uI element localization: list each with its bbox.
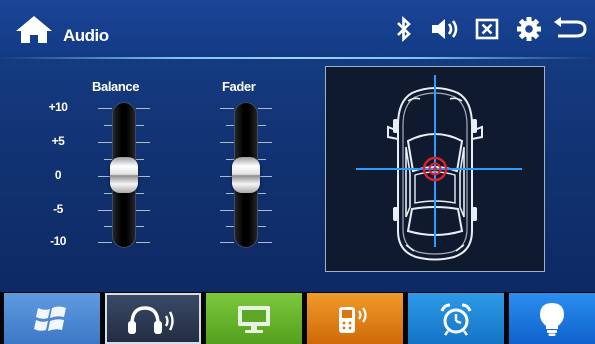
balance-minor-tick xyxy=(136,125,144,126)
fader-tick xyxy=(258,210,272,211)
fader-tick xyxy=(220,142,234,143)
lightbulb-icon xyxy=(540,302,564,336)
windows-button[interactable] xyxy=(4,293,100,344)
phone-button[interactable] xyxy=(307,293,403,344)
balance-minor-tick xyxy=(136,159,144,160)
brightness-button[interactable] xyxy=(509,293,595,344)
tick-label-minus5: -5 xyxy=(53,202,63,216)
balance-minor-tick xyxy=(104,125,112,126)
balance-minor-tick xyxy=(136,226,144,227)
fader-tick xyxy=(220,242,234,243)
fader-label: Fader xyxy=(222,79,256,94)
sound-position-panel[interactable] xyxy=(325,66,545,272)
header-divider xyxy=(0,57,595,59)
balance-minor-tick xyxy=(104,193,112,194)
fader-minor-tick xyxy=(258,226,266,227)
speaker-icon[interactable] xyxy=(430,14,462,44)
gear-icon[interactable] xyxy=(514,14,544,44)
balance-minor-tick xyxy=(136,193,144,194)
balance-knob[interactable] xyxy=(110,157,138,193)
back-icon[interactable] xyxy=(551,14,589,44)
balance-tick xyxy=(98,142,112,143)
headphones-audio-icon xyxy=(128,305,174,334)
balance-tick xyxy=(136,210,150,211)
fader-minor-tick xyxy=(226,193,234,194)
balance-tick xyxy=(136,142,150,143)
fader-minor-tick xyxy=(226,159,234,160)
alarm-clock-icon xyxy=(440,303,472,336)
audio-button[interactable] xyxy=(105,293,201,344)
fader-tick xyxy=(220,210,234,211)
fader-tick xyxy=(258,242,272,243)
windows-icon xyxy=(34,306,66,331)
page-title: Audio xyxy=(63,26,109,45)
tick-label-plus5: +5 xyxy=(51,134,65,148)
fader-tick xyxy=(220,108,234,109)
fader-knob[interactable] xyxy=(232,157,260,193)
balance-minor-tick xyxy=(104,226,112,227)
tick-label-zero: 0 xyxy=(54,168,62,182)
fader-tick xyxy=(258,108,272,109)
alarm-button[interactable] xyxy=(408,293,504,344)
balance-label: Balance xyxy=(92,79,140,94)
fader-minor-tick xyxy=(258,159,266,160)
balance-tick xyxy=(136,108,150,109)
balance-tick xyxy=(136,176,150,177)
home-icon[interactable] xyxy=(14,14,54,44)
close-box-icon[interactable] xyxy=(473,14,501,44)
tick-label-minus10: -10 xyxy=(50,234,66,248)
fader-minor-tick xyxy=(258,125,266,126)
phone-call-icon xyxy=(339,306,367,333)
fader-minor-tick xyxy=(226,226,234,227)
fader-tick xyxy=(258,142,272,143)
fader-tick xyxy=(258,176,272,177)
bluetooth-icon[interactable] xyxy=(392,14,416,44)
balance-tick xyxy=(98,242,112,243)
video-button[interactable] xyxy=(206,293,302,344)
balance-tick xyxy=(98,210,112,211)
tick-label-plus10: +10 xyxy=(48,100,68,114)
monitor-icon xyxy=(238,305,270,333)
fader-minor-tick xyxy=(226,125,234,126)
fader-minor-tick xyxy=(258,193,266,194)
balance-tick xyxy=(98,108,112,109)
balance-minor-tick xyxy=(104,159,112,160)
audio-screen: Audio Balance Fader +10 +5 0 -5 -10 xyxy=(0,0,595,344)
balance-tick xyxy=(136,242,150,243)
